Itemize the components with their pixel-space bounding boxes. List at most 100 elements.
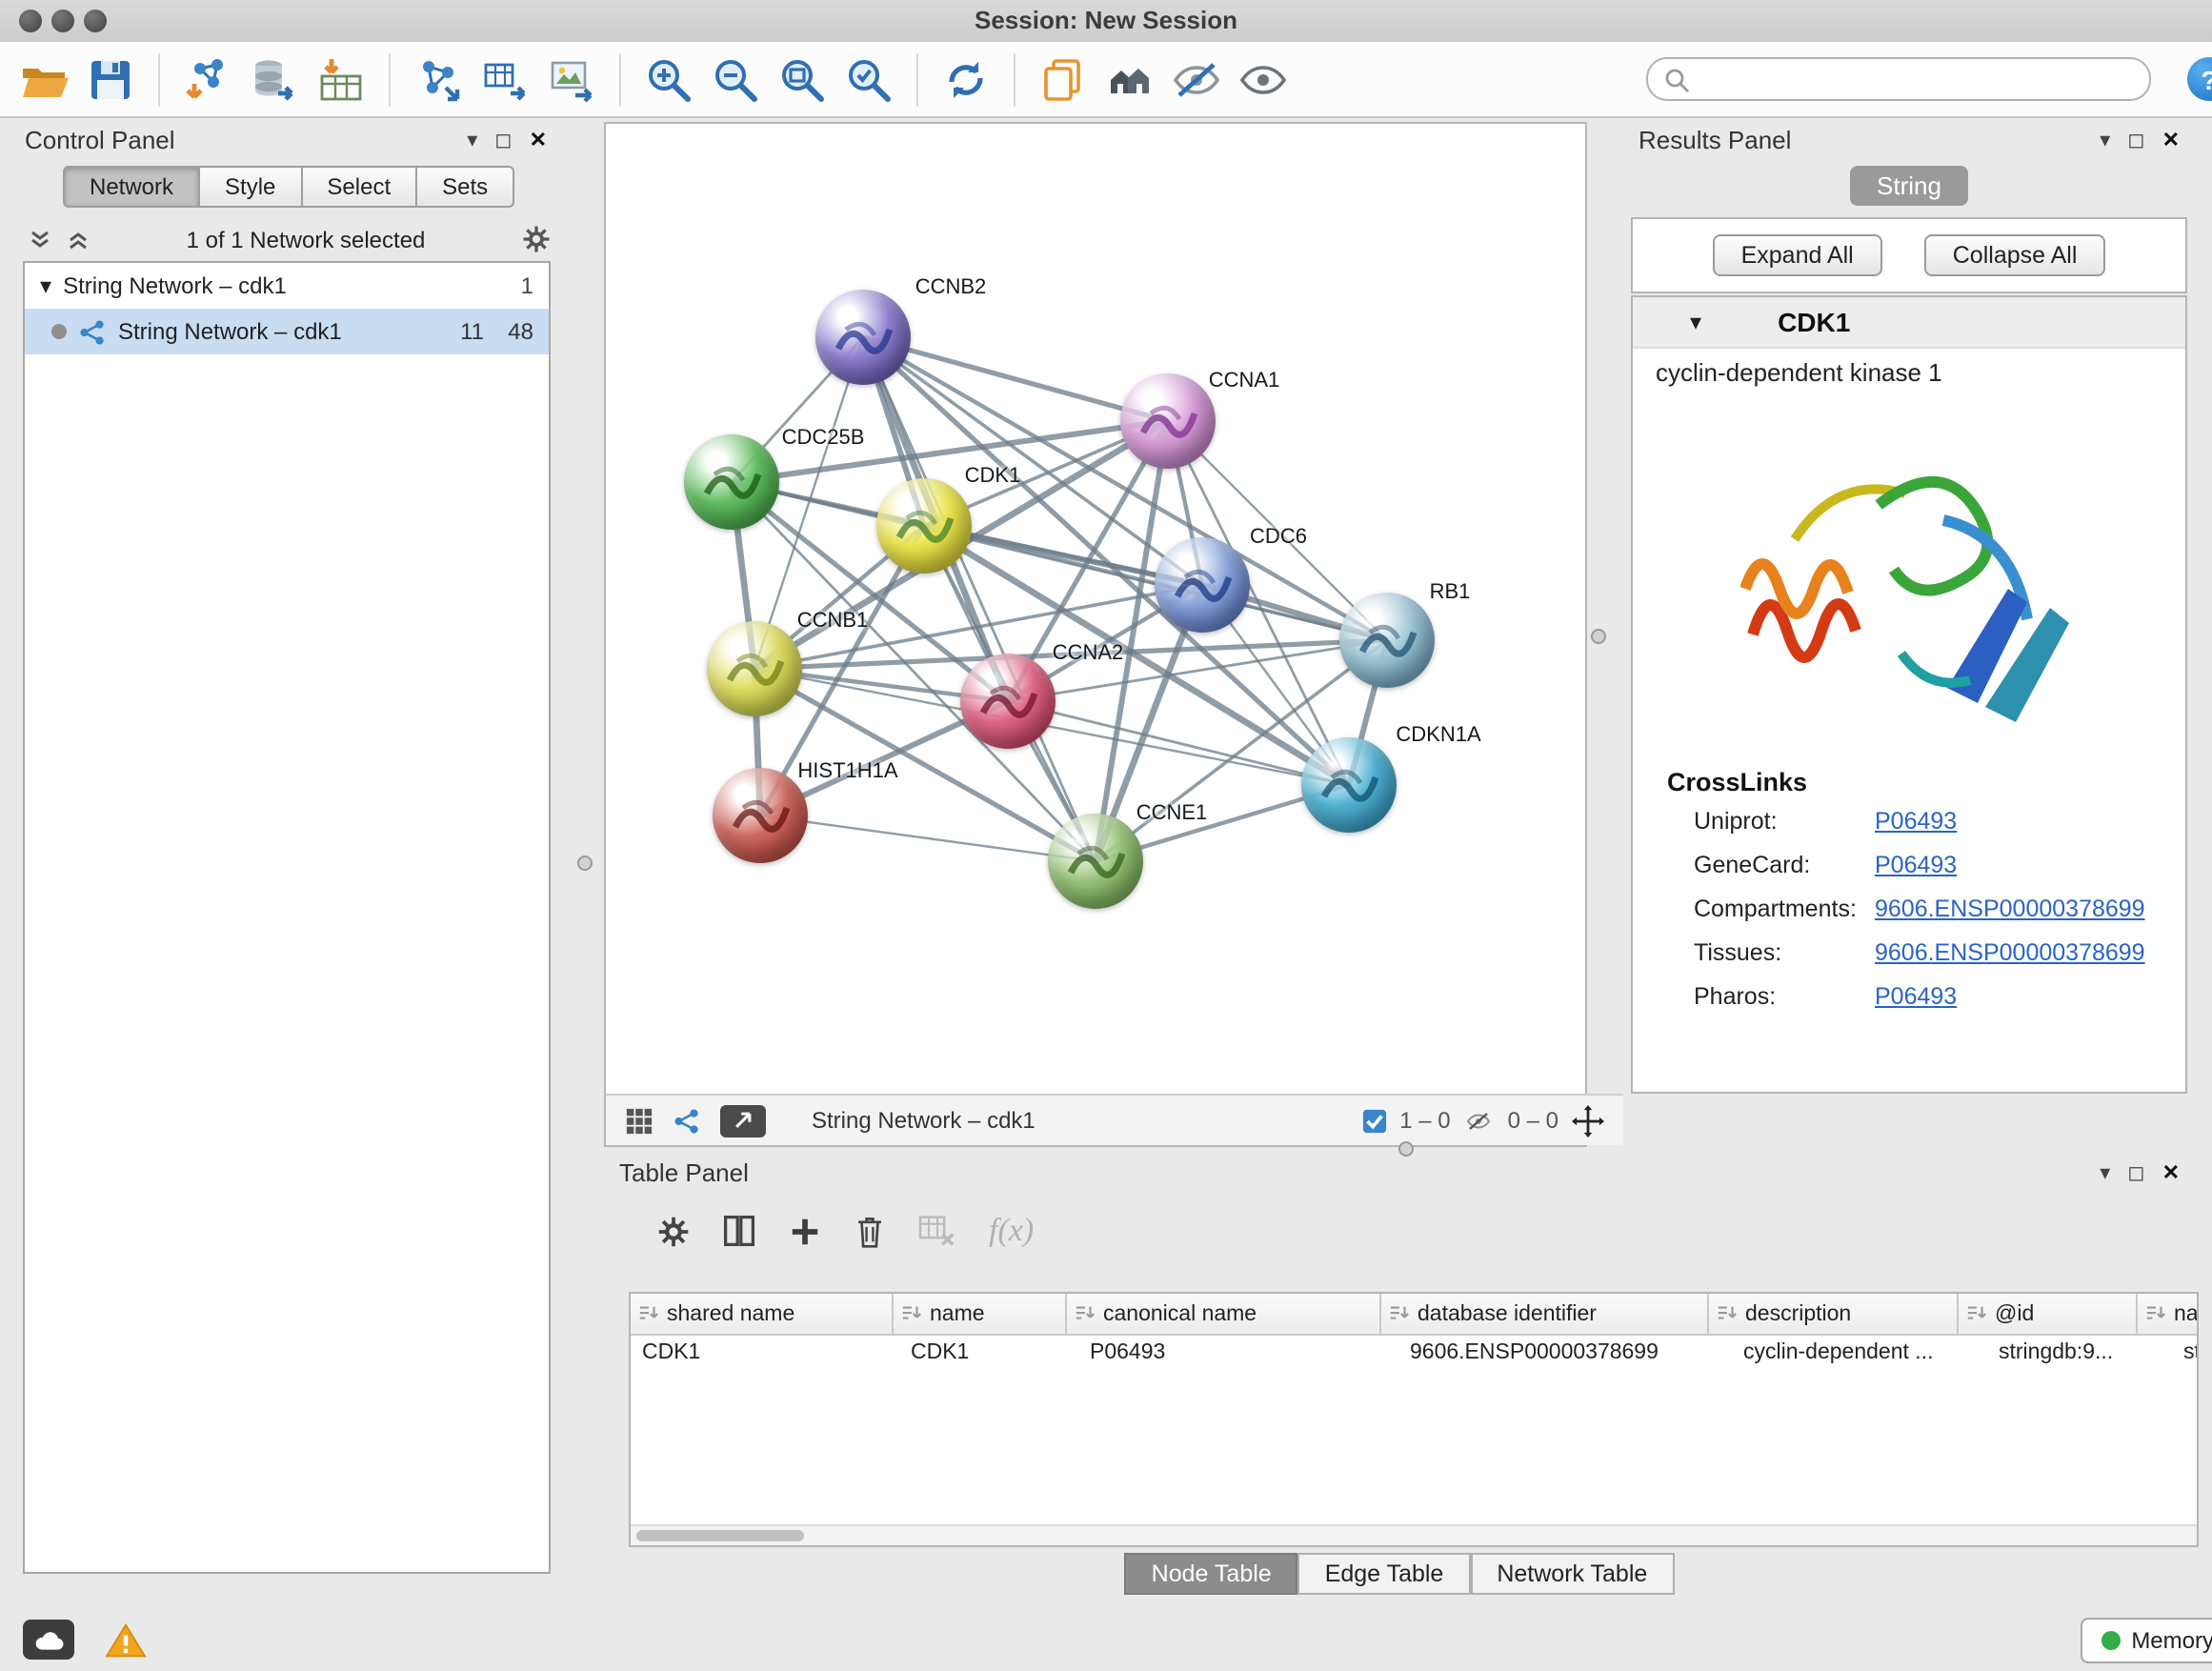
crosslink-pharos-link[interactable]: P06493	[1875, 983, 1957, 1010]
expand-rows-icon[interactable]	[29, 228, 51, 251]
open-session-icon[interactable]	[19, 54, 69, 104]
crosslink-genecard-link[interactable]: P06493	[1875, 852, 1957, 878]
zoom-fit-icon[interactable]	[777, 54, 827, 104]
refresh-layout-icon[interactable]	[941, 54, 991, 104]
results-tab-string[interactable]: String	[1850, 166, 1968, 206]
panel-menu-icon[interactable]: ▾	[2100, 1159, 2110, 1184]
network-row[interactable]: String Network – cdk1 11 48	[25, 309, 549, 354]
column-header-canonical-name[interactable]: canonical name	[1067, 1294, 1381, 1336]
panel-float-icon[interactable]: ◻	[2127, 127, 2144, 151]
new-network-icon[interactable]	[413, 54, 463, 104]
checkbox-icon[interactable]	[1361, 1108, 1386, 1133]
crosslink-compartments-link[interactable]: 9606.ENSP00000378699	[1875, 896, 2145, 922]
save-session-icon[interactable]	[86, 54, 135, 104]
network-node-CCNE1[interactable]	[1048, 814, 1143, 909]
tab-sets[interactable]: Sets	[417, 166, 514, 208]
disclosure-triangle-icon[interactable]: ▾	[1690, 309, 1701, 335]
eye-slash-icon[interactable]	[1464, 1108, 1495, 1133]
scrollbar-thumb[interactable]	[636, 1530, 804, 1541]
column-header-namespace[interactable]: namespac	[2138, 1294, 2199, 1336]
panel-menu-icon[interactable]: ▾	[467, 127, 477, 151]
zoom-out-icon[interactable]	[711, 54, 760, 104]
delete-icon[interactable]	[854, 1213, 886, 1249]
network-node-CDKN1A[interactable]	[1301, 737, 1397, 833]
tab-node-table[interactable]: Node Table	[1125, 1553, 1298, 1595]
export-image-icon[interactable]	[547, 54, 596, 104]
share-icon[interactable]	[673, 1106, 701, 1135]
panel-menu-icon[interactable]: ▾	[2100, 127, 2110, 151]
panel-close-icon[interactable]: ✕	[2162, 1159, 2180, 1184]
panel-float-icon[interactable]: ◻	[2127, 1159, 2144, 1184]
tab-edge-table[interactable]: Edge Table	[1298, 1553, 1471, 1595]
panel-close-icon[interactable]: ✕	[530, 127, 547, 151]
expand-all-button[interactable]: Expand All	[1713, 234, 1882, 276]
network-node-CCNA1[interactable]	[1120, 373, 1216, 469]
crosslink-tissues-link[interactable]: 9606.ENSP00000378699	[1875, 939, 2145, 966]
tab-select[interactable]: Select	[302, 166, 417, 208]
splitter-handle[interactable]	[1398, 1141, 1414, 1157]
column-header-database-identifier[interactable]: database identifier	[1381, 1294, 1709, 1336]
splitter-handle[interactable]	[577, 856, 593, 871]
crosslink-uniprot-link[interactable]: P06493	[1875, 808, 1957, 835]
network-from-table-icon[interactable]	[480, 54, 530, 104]
cloud-button[interactable]	[23, 1620, 74, 1660]
tab-network-table[interactable]: Network Table	[1470, 1553, 1674, 1595]
network-node-CDC6[interactable]	[1155, 537, 1250, 633]
annotations-icon[interactable]	[1038, 54, 1088, 104]
cell-description[interactable]: cyclin-dependent ...	[1732, 1336, 1987, 1374]
disclosure-triangle-icon[interactable]: ▾	[40, 272, 51, 299]
crosshair-icon[interactable]	[1572, 1104, 1604, 1137]
horizontal-scrollbar[interactable]	[631, 1524, 2197, 1545]
cell-id[interactable]: stringdb:9...	[1987, 1336, 2172, 1374]
import-network-database-icon[interactable]	[250, 54, 299, 104]
birdseye-icon[interactable]	[720, 1104, 766, 1137]
network-collection-row[interactable]: ▾ String Network – cdk1 1	[25, 263, 549, 309]
columns-icon[interactable]	[722, 1214, 756, 1248]
tab-style[interactable]: Style	[200, 166, 302, 208]
network-node-CCNA2[interactable]	[960, 654, 1056, 749]
cell-database-identifier[interactable]: 9606.ENSP00000378699	[1398, 1336, 1732, 1374]
cell-canonical-name[interactable]: P06493	[1078, 1336, 1398, 1374]
grid-icon[interactable]	[625, 1106, 654, 1135]
collapse-all-button[interactable]: Collapse All	[1924, 234, 2106, 276]
collapse-rows-icon[interactable]	[67, 228, 90, 251]
warning-icon[interactable]	[105, 1621, 147, 1659]
show-eye-icon[interactable]	[1238, 54, 1288, 104]
hide-eye-icon[interactable]	[1172, 54, 1221, 104]
gear-icon[interactable]	[522, 225, 551, 253]
network-node-CDK1[interactable]	[876, 478, 972, 574]
gear-icon[interactable]	[657, 1215, 690, 1247]
cell-shared-name[interactable]: CDK1	[631, 1336, 899, 1374]
panel-close-icon[interactable]: ✕	[2162, 127, 2180, 151]
search-input[interactable]	[1699, 64, 2134, 94]
network-node-RB1[interactable]	[1339, 593, 1435, 688]
network-node-CCNB1[interactable]	[707, 621, 802, 716]
column-header-shared-name[interactable]: shared name	[631, 1294, 894, 1336]
results-content: ▾ CDK1 cyclin-dependent kinase 1 CrossLi…	[1631, 295, 2187, 1094]
column-header-name[interactable]: name	[894, 1294, 1067, 1336]
zoom-in-icon[interactable]	[644, 54, 694, 104]
network-node-label-CDC25B: CDC25B	[782, 427, 865, 450]
network-edge-HIST1H1A-CCNE1[interactable]	[760, 815, 1096, 861]
import-table-icon[interactable]	[316, 54, 366, 104]
memory-button[interactable]: Memory	[2080, 1617, 2212, 1662]
column-header-description[interactable]: description	[1709, 1294, 1959, 1336]
network-node-CCNB2[interactable]	[815, 290, 911, 385]
panel-float-icon[interactable]: ◻	[494, 127, 512, 151]
cell-name[interactable]: CDK1	[899, 1336, 1078, 1374]
splitter-handle[interactable]	[1591, 629, 1606, 644]
network-node-CDC25B[interactable]	[684, 434, 779, 530]
tab-network[interactable]: Network	[63, 166, 200, 208]
network-canvas[interactable]: CCNB2CCNA1CDC25BCDK1CDC6RB1CCNB1CCNA2CDK…	[606, 124, 1585, 1096]
add-icon[interactable]	[789, 1215, 821, 1247]
column-header-id[interactable]: @id	[1959, 1294, 2138, 1336]
table-row[interactable]: CDK1 CDK1 P06493 9606.ENSP00000378699 cy…	[631, 1336, 2197, 1374]
table-panel-title: Table Panel	[619, 1158, 749, 1186]
show-all-networks-icon[interactable]	[1105, 54, 1155, 104]
network-node-HIST1H1A[interactable]	[713, 768, 808, 863]
cell-namespace[interactable]: stringdb	[2172, 1336, 2199, 1374]
protein-section-header[interactable]: ▾ CDK1	[1633, 297, 2185, 349]
import-network-file-icon[interactable]	[183, 54, 232, 104]
zoom-selected-icon[interactable]	[844, 54, 894, 104]
help-icon[interactable]: ?	[2187, 57, 2212, 101]
